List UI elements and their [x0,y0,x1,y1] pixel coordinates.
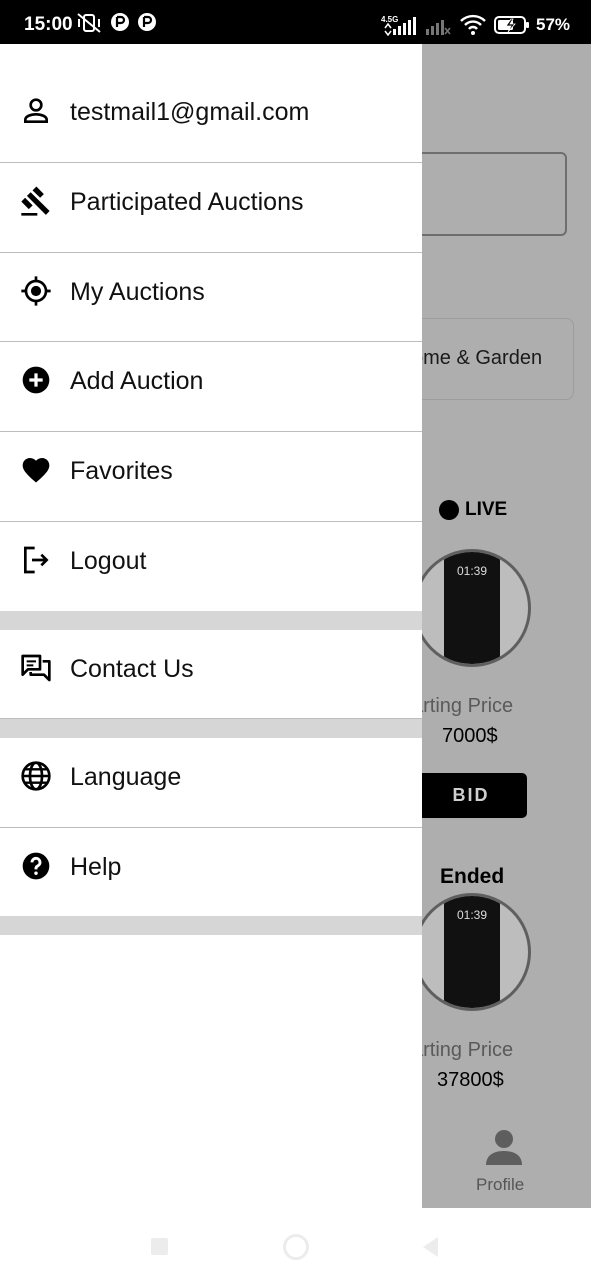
bg-profile-label: Profile [476,1175,525,1194]
menu-item-language[interactable]: Language [0,732,422,821]
profile-icon [486,1130,522,1165]
menu-item-help[interactable]: Help [0,822,422,911]
menu-label: Logout [70,547,147,575]
section-separator [0,916,422,935]
phone-clock: 01:39 [456,564,488,578]
help-icon [22,852,50,880]
phone-clock-2: 01:39 [456,908,488,922]
menu-label: Language [70,763,182,791]
system-nav-bar [0,1208,591,1280]
logout-icon [24,546,49,574]
battery-percent: 57% [536,15,571,34]
bg-price-label: arting Price [412,695,514,717]
recents-button[interactable] [151,1238,168,1255]
menu-label: Favorites [70,457,173,485]
vibrate-off-icon [77,13,101,33]
user-email: testmail1@gmail.com [70,98,310,126]
target-icon [21,276,51,306]
bg-product-image: 01:39 [413,549,531,667]
bg-product-image-2: 01:39 [413,893,531,1011]
status-time: 15:00 [24,14,73,35]
person-icon [24,98,48,123]
status-bar: 15:00 4.5G 57% [0,0,591,44]
heart-icon [22,458,50,483]
bg-price-value-2: 37800$ [437,1069,504,1091]
app-notification-icon [111,13,129,31]
add-circle-icon [22,366,50,394]
bg-category-label: ome & Garden [412,347,543,369]
chat-icon [21,654,51,682]
battery-icon [494,16,529,34]
phone-image-2: 01:39 [444,896,500,1008]
menu-item-contact-us[interactable]: Contact Us [0,624,422,713]
signal-2-icon [426,20,451,35]
menu-label: My Auctions [70,278,205,306]
bg-price-value: 7000$ [442,725,498,747]
wifi-icon [460,14,486,35]
globe-icon [21,761,51,791]
menu-label: Add Auction [70,367,204,395]
bg-live-label: LIVE [465,499,508,520]
back-button-icon[interactable] [420,1235,440,1259]
bg-bid-button: BID [415,773,527,818]
menu-label: Contact Us [70,655,194,683]
gavel-icon [21,186,50,216]
live-indicator-icon [439,500,459,520]
bg-ended-label: Ended [440,865,505,888]
signal-icon [384,17,416,36]
phone-image: 01:39 [444,552,500,664]
menu-item-logout[interactable]: Logout [0,516,422,605]
menu-item-favorites[interactable]: Favorites [0,426,422,515]
home-button[interactable] [283,1234,309,1260]
bg-price-label-2: arting Price [412,1039,514,1061]
user-account-header[interactable]: testmail1@gmail.com [0,67,422,156]
app-notification-icon-2 [138,13,156,31]
menu-item-my-auctions[interactable]: My Auctions [0,247,422,336]
menu-label: Help [70,853,122,881]
menu-label: Participated Auctions [70,188,304,216]
menu-item-add-auction[interactable]: Add Auction [0,336,422,425]
navigation-drawer: testmail1@gmail.com Participated Auction… [0,44,422,1208]
menu-item-participated-auctions[interactable]: Participated Auctions [0,157,422,246]
